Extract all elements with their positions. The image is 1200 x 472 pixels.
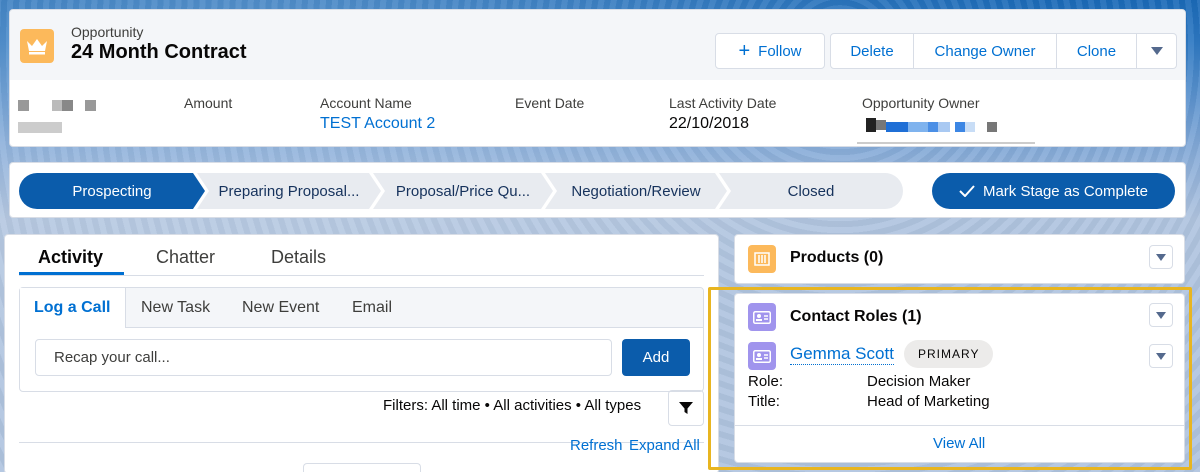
mark-stage-complete-button[interactable]: Mark Stage as Complete	[932, 173, 1175, 209]
clone-button[interactable]: Clone	[1057, 33, 1137, 69]
tab-chatter[interactable]: Chatter	[156, 247, 215, 268]
tab-details[interactable]: Details	[271, 247, 326, 268]
expand-all-link[interactable]: Expand All	[629, 437, 700, 454]
last-activity-value: 22/10/2018	[669, 115, 750, 132]
publisher-tab-new-event[interactable]: New Event	[242, 299, 319, 317]
delete-button[interactable]: Delete	[830, 33, 914, 69]
account-name-field: Account Name TEST Account 2	[320, 95, 435, 133]
action-button-group: Delete Change Owner Clone	[830, 33, 1177, 69]
path-step-preparing-proposal[interactable]: Preparing Proposal...	[197, 173, 381, 209]
products-title: Products (0)	[790, 249, 884, 266]
path-step-closed[interactable]: Closed	[719, 173, 903, 209]
path-step-negotiation-review[interactable]: Negotiation/Review	[545, 173, 727, 209]
crown-icon	[20, 29, 54, 63]
publisher-tab-new-task[interactable]: New Task	[141, 299, 210, 317]
publisher-tabs: Log a Call New Task New Event Email	[20, 288, 703, 328]
chevron-down-icon	[1156, 253, 1166, 261]
path-step-prospecting[interactable]: Prospecting	[19, 173, 205, 209]
activity-publisher: Log a Call New Task New Event Email Reca…	[19, 287, 704, 392]
event-date-field: Event Date	[515, 95, 584, 111]
filters-text: Filters: All time • All activities • All…	[383, 397, 642, 414]
amount-field: Amount	[184, 95, 232, 111]
account-name-link[interactable]: TEST Account 2	[320, 115, 435, 133]
add-button[interactable]: Add	[622, 339, 690, 376]
opportunity-owner-field: Opportunity Owner	[862, 95, 980, 111]
active-tab-indicator	[19, 272, 124, 275]
check-icon	[959, 185, 975, 197]
plus-icon: +	[738, 40, 751, 62]
change-owner-button[interactable]: Change Owner	[914, 33, 1057, 69]
more-actions-button[interactable]	[1137, 33, 1177, 69]
account-name-label: Account Name	[320, 95, 412, 111]
record-header: Opportunity 24 Month Contract + Follow D…	[9, 9, 1186, 147]
opportunity-owner-label: Opportunity Owner	[862, 95, 980, 111]
last-activity-label: Last Activity Date	[669, 95, 777, 111]
amount-label: Amount	[184, 95, 233, 111]
event-date-label: Event Date	[515, 95, 585, 111]
activity-tabs: Activity Chatter Details	[19, 235, 704, 276]
tab-activity[interactable]: Activity	[38, 247, 103, 268]
timeline-stub	[303, 463, 421, 472]
path-step-proposal-price-quote[interactable]: Proposal/Price Qu...	[373, 173, 553, 209]
last-activity-field: Last Activity Date 22/10/2018	[669, 95, 776, 133]
object-type-label: Opportunity	[71, 24, 144, 40]
product-icon	[748, 245, 776, 273]
publisher-tab-log-a-call[interactable]: Log a Call	[20, 288, 126, 328]
filter-button[interactable]	[668, 390, 704, 426]
refresh-link[interactable]: Refresh	[570, 437, 623, 454]
recap-input[interactable]: Recap your call...	[35, 339, 612, 376]
path-steps: Prospecting Preparing Proposal... Propos…	[19, 173, 903, 209]
follow-label: Follow	[758, 42, 802, 60]
products-menu-button[interactable]	[1149, 245, 1173, 269]
follow-button[interactable]: + Follow	[715, 33, 825, 69]
sales-path: Prospecting Preparing Proposal... Propos…	[9, 162, 1186, 218]
filter-icon	[679, 402, 693, 414]
highlight-frame	[708, 287, 1192, 470]
activity-panel: Activity Chatter Details Log a Call New …	[4, 234, 719, 472]
publisher-tab-email[interactable]: Email	[352, 299, 392, 317]
mark-stage-label: Mark Stage as Complete	[982, 182, 1149, 200]
products-card: Products (0)	[734, 234, 1185, 284]
chevron-down-icon	[1150, 47, 1163, 55]
record-title: 24 Month Contract	[71, 41, 247, 63]
